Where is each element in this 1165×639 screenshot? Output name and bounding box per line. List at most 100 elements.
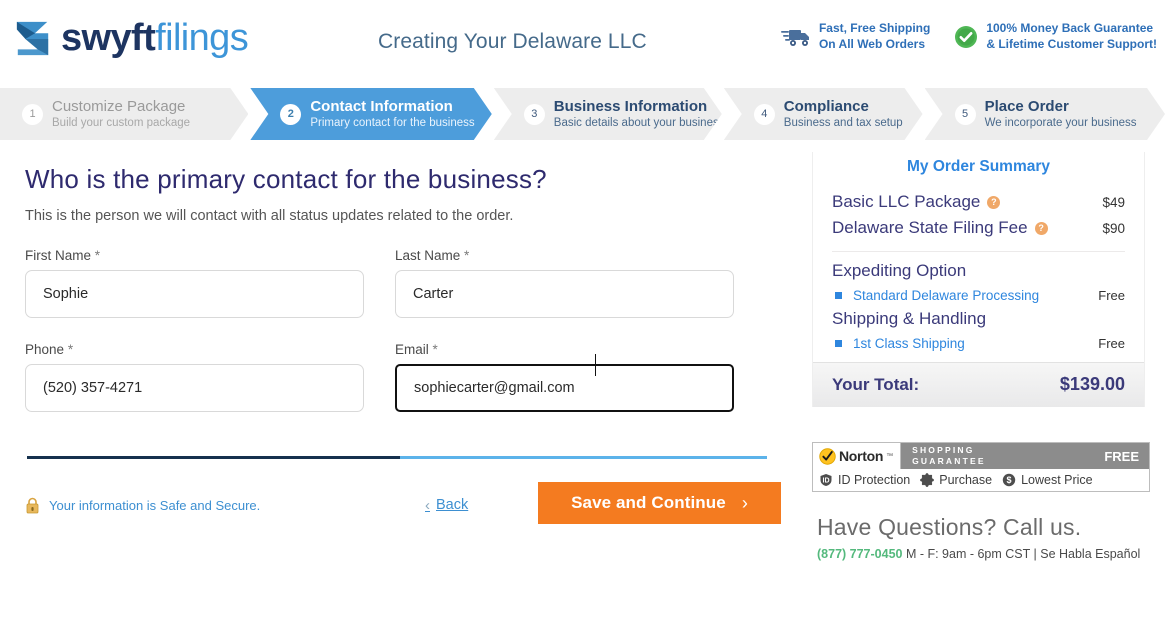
form-progress-divider xyxy=(27,456,767,459)
step-business-information[interactable]: 3 Business Information Basic details abo… xyxy=(494,88,722,140)
step-subtitle: We incorporate your business xyxy=(984,117,1137,130)
norton-badge-top: Norton ™ SHOPPING GUARANTEE FREE xyxy=(813,443,1149,469)
logo[interactable]: swyftfilings xyxy=(14,17,249,59)
form-subhead: This is the person we will contact with … xyxy=(25,208,514,224)
page-title: Creating Your Delaware LLC xyxy=(378,30,647,53)
phone-label-text: Phone xyxy=(25,342,65,357)
email-input[interactable] xyxy=(395,364,734,412)
logo-word-swyft: swyft xyxy=(61,17,156,59)
norton-logo: Norton ™ xyxy=(813,443,902,469)
bullet-square-icon xyxy=(835,292,842,299)
id-protection-icon: ID xyxy=(820,474,832,486)
step-subtitle: Build your custom package xyxy=(52,117,191,130)
norton-check-shield-icon xyxy=(819,447,836,465)
first-name-input[interactable] xyxy=(25,270,364,318)
step-place-order[interactable]: 5 Place Order We incorporate your busine… xyxy=(925,88,1165,140)
back-link[interactable]: ‹ Back xyxy=(425,497,468,514)
support-phone-number[interactable]: (877) 777-0450 xyxy=(817,547,902,561)
summary-divider xyxy=(832,251,1125,252)
step-title: Place Order xyxy=(984,97,1069,115)
norton-item-purchase: Purchase xyxy=(920,473,992,487)
chevron-left-icon: ‹ xyxy=(425,496,430,514)
badge-line-2: On All Web Orders xyxy=(818,36,925,51)
summary-item-price: $90 xyxy=(1102,220,1125,236)
badge-money-back-text: 100% Money Back Guarantee & Lifetime Cus… xyxy=(986,21,1157,53)
contact-field-row: Phone * Email * xyxy=(25,342,800,412)
phone-input[interactable] xyxy=(25,364,364,412)
support-title: Have Questions? Call us. xyxy=(817,514,1082,540)
phone-field: Phone * xyxy=(25,342,364,412)
trust-badges: Fast, Free Shipping On All Web Orders 10… xyxy=(780,21,1157,53)
help-icon[interactable]: ? xyxy=(987,195,1001,209)
norton-shopping-guarantee-badge[interactable]: Norton ™ SHOPPING GUARANTEE FREE ID ID P… xyxy=(812,442,1150,492)
swyft-logo-mark-icon xyxy=(16,21,49,56)
norton-guarantee-line1: SHOPPING xyxy=(912,445,975,456)
order-summary: My Order Summary Basic LLC Package ? $49… xyxy=(812,152,1145,407)
step-title: Compliance xyxy=(783,97,869,115)
norton-guarantee-text: SHOPPING GUARANTEE xyxy=(901,443,1104,469)
summary-option-row[interactable]: Standard Delaware Processing Free xyxy=(832,286,1125,306)
email-field: Email * xyxy=(395,342,734,412)
back-link-label: Back xyxy=(436,497,469,513)
last-name-label-text: Last Name xyxy=(395,248,461,263)
step-number: 4 xyxy=(754,104,775,125)
norton-free-label: FREE xyxy=(1104,448,1139,464)
summary-group-heading: Shipping & Handling xyxy=(832,309,987,328)
summary-option-name: 1st Class Shipping xyxy=(835,336,965,351)
summary-option-row[interactable]: 1st Class Shipping Free xyxy=(832,334,1125,354)
step-title: Business Information xyxy=(553,97,708,115)
bullet-square-icon xyxy=(835,340,842,347)
norton-item-lowest-price: $ Lowest Price xyxy=(1002,473,1093,487)
norton-badge-bottom: ID ID Protection Purchase $ Lowest Price xyxy=(813,469,1149,491)
summary-item-label: Basic LLC Package xyxy=(832,192,981,211)
green-check-badge-icon xyxy=(955,25,978,48)
purchase-icon xyxy=(920,473,935,487)
step-subtitle: Basic details about your business xyxy=(553,117,725,130)
page-content: Who is the primary contact for the busin… xyxy=(0,140,1165,561)
order-total-value: $139.00 xyxy=(1059,374,1125,394)
progress-steps: 1 Customize Package Build your custom pa… xyxy=(0,88,1165,140)
save-and-continue-button[interactable]: Save and Continue › xyxy=(538,482,781,524)
help-icon[interactable]: ? xyxy=(1034,221,1048,235)
last-name-field: Last Name * xyxy=(395,248,734,318)
badge-free-shipping-text: Fast, Free Shipping On All Web Orders xyxy=(819,21,930,53)
summary-option-name: Standard Delaware Processing xyxy=(835,288,1039,303)
summary-option-price: Free xyxy=(1098,336,1125,351)
name-field-row: First Name * Last Name * xyxy=(25,248,800,318)
logo-text: swyftfilings xyxy=(61,17,249,59)
lowest-price-icon: $ xyxy=(1002,473,1016,487)
badge-free-shipping: Fast, Free Shipping On All Web Orders xyxy=(780,21,930,53)
norton-trademark: ™ xyxy=(886,452,894,460)
summary-item-label: Delaware State Filing Fee xyxy=(832,218,1028,237)
last-name-input[interactable] xyxy=(395,270,734,318)
summary-option-label: 1st Class Shipping xyxy=(853,336,965,351)
secure-notice: Your information is Safe and Secure. xyxy=(25,497,260,514)
contact-support: Have Questions? Call us. (877) 777-0450 … xyxy=(812,514,1150,561)
summary-item-name: Delaware State Filing Fee ? xyxy=(832,218,1048,238)
support-details: (877) 777-0450 M - F: 9am - 6pm CST | Se… xyxy=(817,547,1150,561)
norton-item-label: Lowest Price xyxy=(1021,473,1093,487)
step-compliance[interactable]: 4 Compliance Business and tax setup xyxy=(724,88,923,140)
order-total-row: Your Total: $139.00 xyxy=(813,362,1144,407)
svg-text:$: $ xyxy=(1007,475,1012,485)
summary-item-row: Basic LLC Package ? $49 xyxy=(832,189,1125,215)
form-headline: Who is the primary contact for the busin… xyxy=(25,164,547,194)
form-actions: Your information is Safe and Secure. ‹ B… xyxy=(25,482,800,526)
step-number: 3 xyxy=(524,104,545,125)
required-marker: * xyxy=(94,248,101,263)
step-contact-information[interactable]: 2 Contact Information Primary contact fo… xyxy=(250,88,491,140)
contact-form: Who is the primary contact for the busin… xyxy=(0,152,800,561)
step-customize-package[interactable]: 1 Customize Package Build your custom pa… xyxy=(0,88,248,140)
required-marker: * xyxy=(67,342,74,357)
order-total-label: Your Total: xyxy=(832,374,920,394)
order-summary-title: My Order Summary xyxy=(907,158,1050,175)
step-subtitle: Primary contact for the business xyxy=(310,117,475,130)
badge-money-back: 100% Money Back Guarantee & Lifetime Cus… xyxy=(954,21,1157,53)
shipping-truck-icon xyxy=(780,29,809,46)
sidebar: My Order Summary Basic LLC Package ? $49… xyxy=(800,152,1150,561)
email-label: Email * xyxy=(395,342,734,357)
last-name-label: Last Name * xyxy=(395,248,734,263)
support-hours: M - F: 9am - 6pm CST | Se Habla Español xyxy=(902,547,1141,561)
norton-item-label: Purchase xyxy=(939,473,993,487)
norton-item-id-protection: ID ID Protection xyxy=(819,473,910,487)
